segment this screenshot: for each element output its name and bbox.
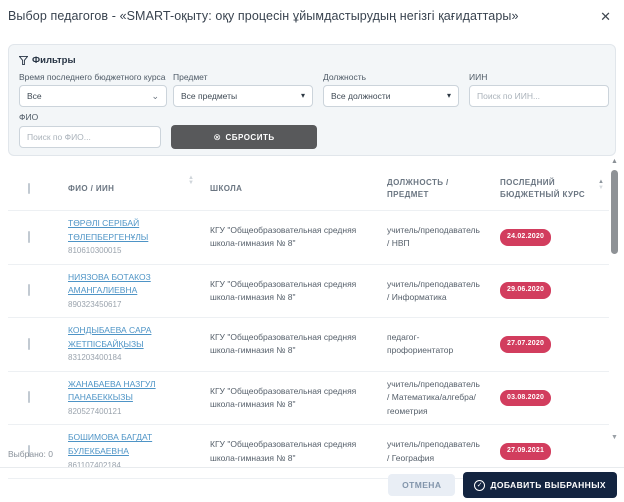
school-cell: КГУ "Общеобразовательная средняя школа-г… bbox=[202, 432, 379, 470]
reset-label: СБРОСИТЬ bbox=[225, 133, 274, 142]
reset-icon: ⊗ bbox=[213, 132, 221, 143]
check-circle-icon: ✓ bbox=[474, 480, 485, 491]
chevron-down-icon: ▾ bbox=[301, 92, 305, 100]
fio-search-input[interactable] bbox=[27, 132, 153, 142]
filters-title: Фильтры bbox=[19, 55, 76, 66]
position-select[interactable]: Все должности ▾ bbox=[323, 85, 459, 107]
school-cell: КГУ "Общеобразовательная средняя школа-г… bbox=[202, 325, 379, 363]
add-selected-label: ДОБАВИТЬ ВЫБРАННЫХ bbox=[490, 480, 606, 490]
teacher-name-link[interactable]: КОНДЫБАЕВА САРА ЖЕТПІСБАЙҚЫЗЫ bbox=[68, 324, 194, 351]
position-cell: педагог-профориентатор bbox=[379, 325, 492, 363]
teacher-name-link[interactable]: БОШИМОВА БАГДАТ БУЛЕКБАЕВНА bbox=[68, 431, 194, 458]
last-course-date-badge: 24.02.2020 bbox=[500, 229, 551, 246]
row-checkbox[interactable] bbox=[28, 338, 30, 350]
add-selected-button[interactable]: ✓ ДОБАВИТЬ ВЫБРАННЫХ bbox=[463, 472, 617, 498]
last-course-date-badge: 29.06.2020 bbox=[500, 282, 551, 299]
col-header-position[interactable]: ДОЛЖНОСТЬ / ПРЕДМЕТ bbox=[379, 177, 492, 201]
teacher-iin: 831203400184 bbox=[68, 352, 194, 364]
reset-filters-button[interactable]: ⊗ СБРОСИТЬ bbox=[171, 125, 317, 149]
modal-header: Выбор педагогов - «SMART-оқыту: оқу проц… bbox=[0, 0, 624, 34]
sort-icon[interactable]: ▲▼ bbox=[188, 176, 194, 186]
footer: ОТМЕНА ✓ ДОБАВИТЬ ВЫБРАННЫХ bbox=[0, 468, 617, 502]
col-header-fio[interactable]: ФИО / ИИН bbox=[60, 183, 202, 195]
last-course-date-badge: 27.07.2020 bbox=[500, 336, 551, 353]
last-course-date-badge: 27.09.2021 bbox=[500, 443, 551, 460]
sort-icon-last-course[interactable]: ▲▼ bbox=[598, 180, 604, 191]
school-cell: КГУ "Общеобразовательная средняя школа-г… bbox=[202, 218, 379, 256]
table-header-row: ФИО / ИИН ШКОЛА ДОЛЖНОСТЬ / ПРЕДМЕТ ПОСЛ… bbox=[8, 168, 609, 210]
filters-title-label: Фильтры bbox=[32, 55, 76, 66]
table-row: КОНДЫБАЕВА САРА ЖЕТПІСБАЙҚЫЗЫ 8312034001… bbox=[8, 317, 609, 371]
subject-label: Предмет bbox=[173, 72, 208, 82]
iin-label: ИИН bbox=[469, 72, 487, 82]
teacher-iin: 810610300015 bbox=[68, 245, 194, 257]
chevron-down-icon: ⌄ bbox=[151, 92, 159, 101]
table-row: ТӨРӘЛІ СЕРІБАЙ ТӨЛЕПБЕРГЕНҰЛЫ 8106103000… bbox=[8, 210, 609, 264]
row-checkbox[interactable] bbox=[28, 391, 30, 403]
row-checkbox[interactable] bbox=[28, 231, 30, 243]
course-time-label: Время последнего бюджетного курса bbox=[19, 72, 166, 82]
col-header-last-course[interactable]: ПОСЛЕДНИЙ БЮДЖЕТНЫЙ КУРС bbox=[492, 177, 609, 201]
school-cell: КГУ "Общеобразовательная средняя школа-г… bbox=[202, 272, 379, 310]
school-cell: КГУ "Общеобразовательная средняя школа-г… bbox=[202, 379, 379, 417]
modal-title: Выбор педагогов - «SMART-оқыту: оқу проц… bbox=[8, 9, 519, 23]
select-all-checkbox[interactable] bbox=[28, 183, 30, 194]
teacher-iin: 820527400121 bbox=[68, 406, 194, 418]
last-course-date-badge: 03.08.2020 bbox=[500, 390, 551, 407]
position-cell: учитель/преподаватель / География bbox=[379, 432, 492, 470]
fio-field-wrap bbox=[19, 126, 161, 148]
scrollbar-thumb[interactable] bbox=[611, 170, 618, 254]
cancel-button[interactable]: ОТМЕНА bbox=[388, 474, 455, 496]
close-icon[interactable]: ✕ bbox=[597, 9, 614, 24]
position-cell: учитель/преподаватель / Информатика bbox=[379, 272, 492, 310]
col-header-school[interactable]: ШКОЛА bbox=[202, 183, 379, 195]
scroll-down-icon[interactable]: ▼ bbox=[611, 434, 618, 441]
filters-panel: Фильтры Время последнего бюджетного курс… bbox=[8, 44, 616, 156]
chevron-down-icon: ▾ bbox=[447, 92, 451, 100]
position-label: Должность bbox=[323, 72, 366, 82]
course-time-value: Все bbox=[27, 91, 42, 101]
table-row: ЖАНАБАЕВА НАЗГУЛ ПАНАБЕККЫЗЫ 82052740012… bbox=[8, 371, 609, 425]
course-time-select[interactable]: Все ⌄ bbox=[19, 85, 167, 107]
teacher-name-link[interactable]: НИЯЗОВА БОТАКОЗ АМАНГАЛИЕВНА bbox=[68, 271, 194, 298]
table-row: НИЯЗОВА БОТАКОЗ АМАНГАЛИЕВНА 89032345061… bbox=[8, 264, 609, 318]
row-checkbox[interactable] bbox=[28, 284, 30, 296]
filter-funnel-icon bbox=[19, 56, 28, 65]
subject-select[interactable]: Все предметы ▾ bbox=[173, 85, 313, 107]
teachers-table: ФИО / ИИН ШКОЛА ДОЛЖНОСТЬ / ПРЕДМЕТ ПОСЛ… bbox=[8, 168, 609, 479]
position-value: Все должности bbox=[331, 91, 390, 101]
position-cell: учитель/преподаватель / Математика/алгеб… bbox=[379, 372, 492, 424]
teacher-name-link[interactable]: ЖАНАБАЕВА НАЗГУЛ ПАНАБЕККЫЗЫ bbox=[68, 378, 194, 405]
table-body: ТӨРӘЛІ СЕРІБАЙ ТӨЛЕПБЕРГЕНҰЛЫ 8106103000… bbox=[8, 210, 609, 479]
subject-value: Все предметы bbox=[181, 91, 237, 101]
iin-search-input[interactable] bbox=[477, 91, 601, 101]
selected-count: Выбрано: 0 bbox=[8, 449, 53, 459]
scroll-up-icon[interactable]: ▲ bbox=[611, 158, 618, 165]
teacher-iin: 890323450617 bbox=[68, 299, 194, 311]
position-cell: учитель/преподаватель / НВП bbox=[379, 218, 492, 256]
teacher-name-link[interactable]: ТӨРӘЛІ СЕРІБАЙ ТӨЛЕПБЕРГЕНҰЛЫ bbox=[68, 217, 194, 244]
fio-label: ФИО bbox=[19, 112, 38, 122]
iin-field-wrap bbox=[469, 85, 609, 107]
